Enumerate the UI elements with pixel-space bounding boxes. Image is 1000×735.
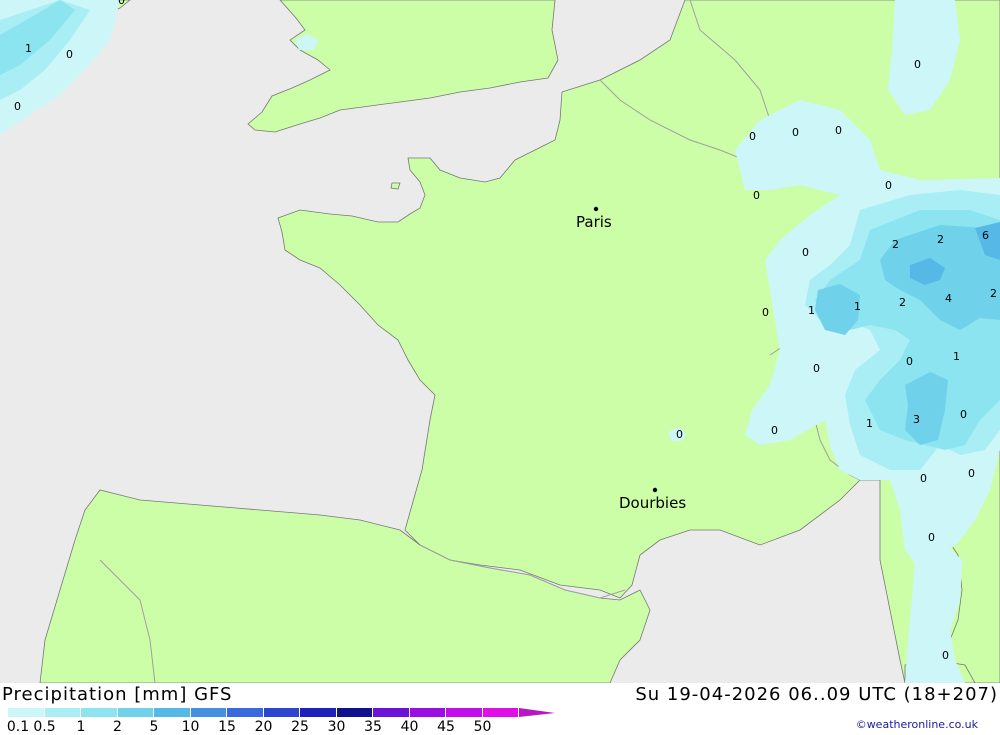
- value-label: 0: [928, 531, 935, 544]
- value-label: 0: [960, 408, 967, 421]
- value-label: 0: [749, 130, 756, 143]
- value-label: 0: [968, 467, 975, 480]
- city-label-paris: Paris: [576, 213, 612, 231]
- value-label: 0: [914, 58, 921, 71]
- value-label: 0: [118, 0, 125, 7]
- city-dot-dourbies: [652, 487, 658, 493]
- legend-swatch: [154, 708, 191, 717]
- value-label: 0: [14, 100, 21, 113]
- map-title: Precipitation [mm] GFS: [2, 684, 233, 705]
- value-label: 1: [854, 300, 861, 313]
- legend-swatch: [300, 708, 337, 717]
- value-label: 0: [906, 355, 913, 368]
- city-dot-paris: [593, 206, 599, 212]
- value-label: 0: [885, 179, 892, 192]
- color-legend: 0.1 0.5 1 2 5 10 15 20 25 30 35 40 45 50: [7, 708, 555, 735]
- value-label: 6: [982, 229, 989, 242]
- value-label: 2: [937, 233, 944, 246]
- legend-swatch: [409, 708, 446, 717]
- value-label: 0: [771, 424, 778, 437]
- legend-swatch: [117, 708, 154, 717]
- value-label: 0: [753, 189, 760, 202]
- value-label: 2: [899, 296, 906, 309]
- value-label: 0: [66, 48, 73, 61]
- legend-swatch: [190, 708, 227, 717]
- precipitation-map: 0 1 0 0 0 0 0 0 0 0 2 2 6 2 4 2 0 1 1 0 …: [0, 0, 1000, 683]
- value-label: 0: [942, 649, 949, 662]
- value-label: 2: [990, 287, 997, 300]
- credit-link[interactable]: ©weatheronline.co.uk: [856, 718, 978, 731]
- value-label: 3: [913, 413, 920, 426]
- map-datetime: Su 19-04-2026 06..09 UTC (18+207): [635, 684, 998, 705]
- legend-swatch: [81, 708, 118, 717]
- value-label: 0: [835, 124, 842, 137]
- land-channel-island: [390, 182, 401, 190]
- value-label: 0: [792, 126, 799, 139]
- value-label: 1: [953, 350, 960, 363]
- value-label: 1: [25, 42, 32, 55]
- legend-swatch: [336, 708, 373, 717]
- value-label: 0: [676, 428, 683, 441]
- value-label: 0: [813, 362, 820, 375]
- value-label: 1: [808, 304, 815, 317]
- value-label: 1: [866, 417, 873, 430]
- legend-swatch: [373, 708, 410, 717]
- value-label: 0: [802, 246, 809, 259]
- value-label: 2: [892, 238, 899, 251]
- legend-swatch: [263, 708, 300, 717]
- legend-swatch: [227, 708, 264, 717]
- legend-swatch: [446, 708, 483, 717]
- legend-swatch: [8, 708, 45, 717]
- value-label: 0: [920, 472, 927, 485]
- legend-swatch: [44, 708, 81, 717]
- legend-swatch: [482, 708, 519, 717]
- value-label: 4: [945, 292, 952, 305]
- legend-arrow: [519, 708, 555, 717]
- map-footer: Precipitation [mm] GFS Su 19-04-2026 06.…: [0, 683, 1000, 735]
- value-label: 0: [762, 306, 769, 319]
- city-label-dourbies: Dourbies: [619, 494, 686, 512]
